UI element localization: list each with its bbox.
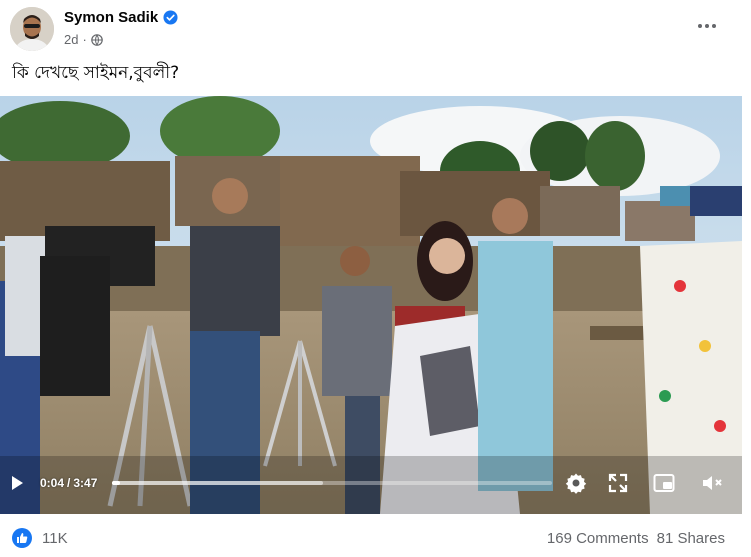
buffer-bar bbox=[112, 481, 324, 485]
video-time: 0:04/3:47 bbox=[40, 476, 97, 490]
duration: 3:47 bbox=[73, 476, 98, 490]
video-controls: 0:04/3:47 bbox=[0, 460, 742, 506]
shares-count[interactable]: 81 Shares bbox=[657, 530, 725, 547]
video-player[interactable]: 0:04/3:47 bbox=[0, 96, 742, 514]
current-time: 0:04 bbox=[40, 476, 65, 490]
meta-dot: · bbox=[82, 32, 87, 47]
volume-icon[interactable] bbox=[700, 471, 724, 495]
facebook-post: Symon Sadik 2d · কি দেখছে সাইমন,বুবলী? 0… bbox=[0, 0, 751, 557]
more-dot bbox=[712, 24, 716, 28]
more-options-button[interactable] bbox=[689, 14, 725, 38]
more-dot bbox=[705, 24, 709, 28]
like-reaction-icon[interactable] bbox=[12, 528, 32, 548]
globe-icon bbox=[91, 33, 103, 46]
post-header: Symon Sadik 2d · bbox=[0, 0, 751, 60]
pip-icon[interactable] bbox=[652, 471, 676, 495]
video-frame bbox=[0, 96, 742, 514]
verified-badge-icon bbox=[163, 10, 178, 25]
thumbs-up-icon bbox=[17, 533, 28, 543]
fullscreen-icon[interactable] bbox=[606, 471, 630, 495]
author-avatar[interactable] bbox=[10, 7, 54, 51]
more-dot bbox=[698, 24, 702, 28]
post-stats: 169 Comments 81 Shares bbox=[547, 530, 725, 547]
settings-icon[interactable] bbox=[564, 471, 588, 495]
post-caption: কি দেখছে সাইমন,বুবলী? bbox=[12, 63, 180, 83]
reaction-count[interactable]: 11K bbox=[42, 530, 68, 547]
author-name-row: Symon Sadik bbox=[64, 9, 178, 26]
author-name[interactable]: Symon Sadik bbox=[64, 9, 158, 26]
progress-fill bbox=[112, 481, 120, 485]
time-separator: / bbox=[67, 476, 71, 490]
post-timestamp[interactable]: 2d bbox=[64, 32, 78, 47]
post-footer: 11K 169 Comments 81 Shares bbox=[0, 522, 751, 557]
play-icon[interactable] bbox=[8, 474, 26, 492]
post-meta: 2d · bbox=[64, 32, 103, 47]
comments-count[interactable]: 169 Comments bbox=[547, 530, 649, 547]
progress-bar[interactable] bbox=[112, 481, 552, 485]
